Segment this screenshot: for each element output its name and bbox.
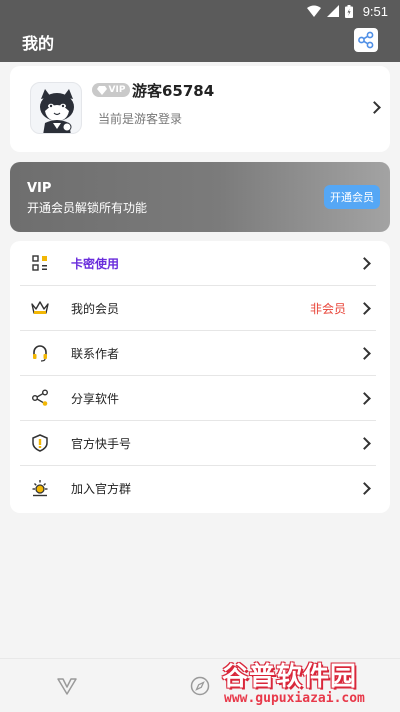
qr-card-icon xyxy=(30,253,50,273)
watermark-url: www.gupuxiazai.com xyxy=(224,691,365,706)
cat-avatar-icon xyxy=(40,89,74,133)
menu-item-join-group[interactable]: 加入官方群 xyxy=(10,466,390,511)
menu-item-label: 官方快手号 xyxy=(71,437,132,451)
diamond-icon xyxy=(96,85,107,95)
menu-item-label: 卡密使用 xyxy=(71,257,120,271)
nav-discover[interactable] xyxy=(189,675,211,697)
open-vip-button[interactable]: 开通会员 xyxy=(324,185,380,209)
share-icon xyxy=(30,388,50,408)
app-header: 我的 xyxy=(0,22,400,62)
battery-icon xyxy=(344,4,353,18)
chevron-right-icon xyxy=(358,482,371,495)
v-logo-icon xyxy=(57,678,77,695)
headset-icon xyxy=(30,343,50,363)
menu-item-official-kuaishou[interactable]: 官方快手号 xyxy=(10,421,390,466)
clock: 9:51 xyxy=(362,3,388,19)
chevron-right-icon xyxy=(358,347,371,360)
vip-badge: VIP xyxy=(92,83,130,97)
chevron-right-icon xyxy=(358,437,371,450)
watermark-title: 谷普软件园 xyxy=(222,662,358,692)
chevron-right-icon xyxy=(358,302,371,315)
watermark-logo: 谷普软件园 www.gupuxiazai.com xyxy=(218,654,400,712)
profile-card[interactable]: VIP 游客65784 当前是游客登录 xyxy=(10,66,390,152)
vip-banner: VIP 开通会员解锁所有功能 开通会员 xyxy=(10,162,390,232)
menu-item-label: 我的会员 xyxy=(71,302,120,316)
menu-item-label: 分享软件 xyxy=(71,392,120,406)
wifi-icon xyxy=(306,5,321,17)
chevron-right-icon xyxy=(368,101,381,114)
sun-icon xyxy=(30,478,50,498)
signal-icon xyxy=(326,5,339,17)
menu-item-label: 联系作者 xyxy=(71,347,120,361)
nav-home[interactable] xyxy=(56,675,78,697)
menu-item-my-membership[interactable]: 我的会员 非会员 xyxy=(10,286,390,331)
chevron-right-icon xyxy=(358,257,371,270)
menu-item-share-app[interactable]: 分享软件 xyxy=(10,376,390,421)
vip-subtitle: 开通会员解锁所有功能 xyxy=(27,201,148,215)
page-title: 我的 xyxy=(22,34,55,53)
shield-icon xyxy=(30,433,50,453)
vip-title: VIP xyxy=(27,181,52,196)
crown-icon xyxy=(30,298,50,318)
login-status: 当前是游客登录 xyxy=(98,112,183,126)
menu-item-contact-author[interactable]: 联系作者 xyxy=(10,331,390,376)
menu-list: 卡密使用 我的会员 非会员 联系作者 分享软件 官方快手号 加入官方群 xyxy=(10,241,390,513)
status-bar: 9:51 xyxy=(0,0,400,22)
membership-status: 非会员 xyxy=(309,302,346,316)
vip-badge-text: VIP xyxy=(108,85,126,95)
share-icon xyxy=(358,31,374,49)
compass-icon xyxy=(190,676,210,696)
menu-item-label: 加入官方群 xyxy=(71,482,132,496)
share-button[interactable] xyxy=(354,28,378,52)
avatar[interactable] xyxy=(30,82,82,134)
chevron-right-icon xyxy=(358,392,371,405)
menu-item-card-code[interactable]: 卡密使用 xyxy=(10,241,390,286)
username: 游客65784 xyxy=(132,82,215,100)
